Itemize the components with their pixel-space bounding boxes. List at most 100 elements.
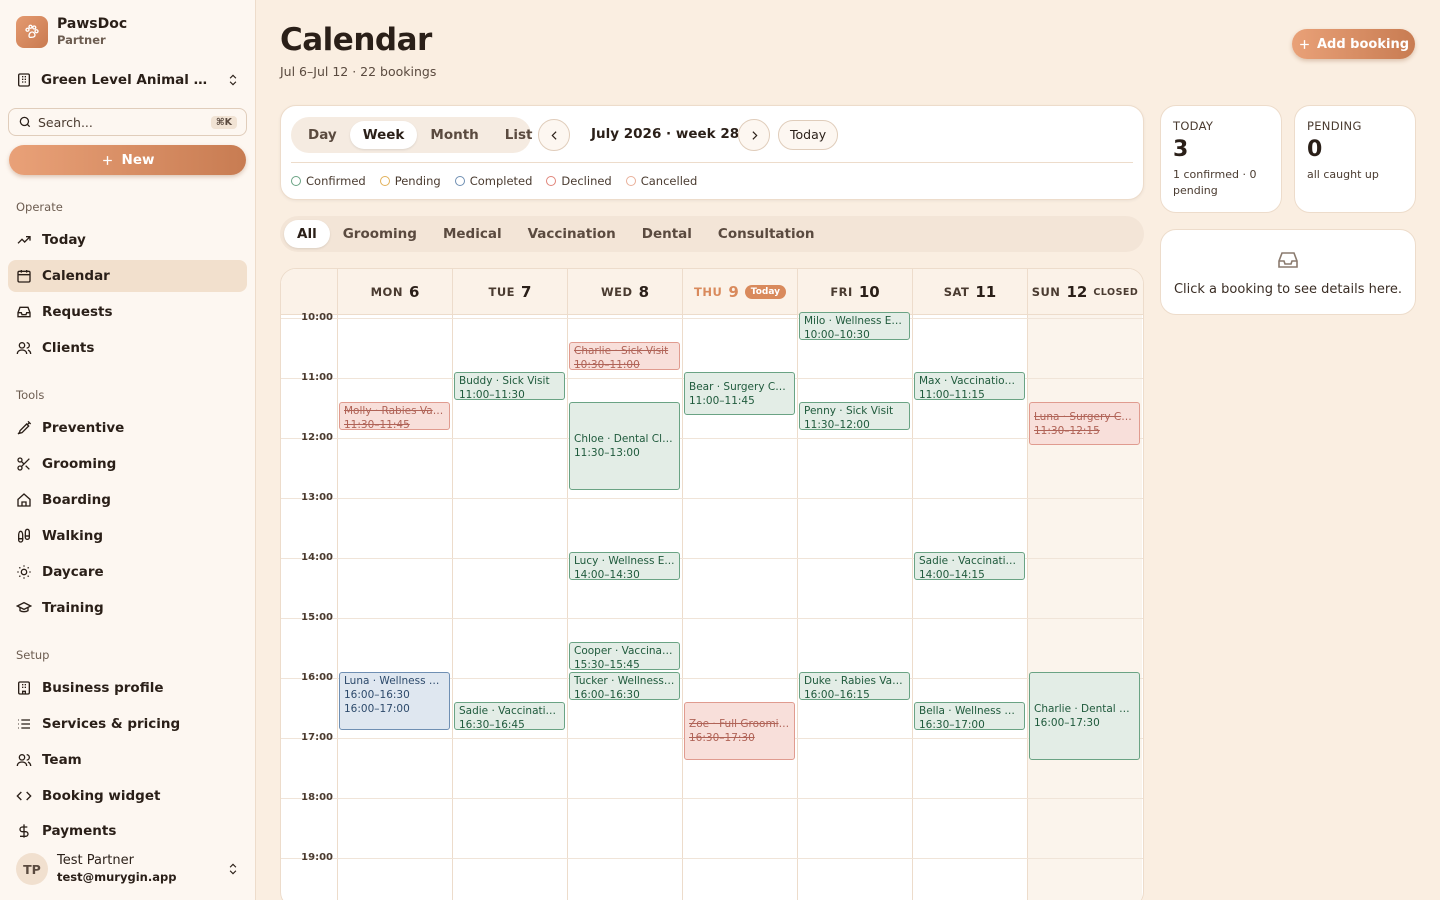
day-column[interactable]	[452, 315, 567, 900]
sidebar-item-requests[interactable]: Requests	[8, 296, 247, 328]
booking-event[interactable]: Buddy · Sick Visit 11:00–11:30	[454, 372, 565, 400]
booking-event[interactable]: Milo · Wellness Ex... 10:00–10:30	[799, 312, 910, 340]
day-name: FRI	[830, 285, 853, 299]
filter-medical[interactable]: Medical	[430, 220, 515, 248]
booking-event[interactable]: Zoe · Full Groomin... 16:30–17:30	[684, 702, 795, 760]
booking-event[interactable]: Duke · Rabies Vac... 16:00–16:15	[799, 672, 910, 700]
footprints-icon	[18, 528, 30, 543]
new-button[interactable]: New	[9, 145, 246, 175]
view-day[interactable]: Day	[295, 121, 350, 149]
sidebar-item-daycare[interactable]: Daycare	[8, 556, 247, 588]
today-button[interactable]: Today	[778, 120, 839, 150]
legend-label: Cancelled	[640, 174, 698, 188]
booking-event[interactable]: Bear · Surgery Co... 11:00–11:45	[684, 372, 795, 415]
brand[interactable]: PawsDoc Partner	[16, 16, 127, 48]
hour-label: 18:00	[301, 792, 333, 803]
calendar-toolbar: Day Week Month List July 2026 · week 28 …	[280, 105, 1144, 200]
next-week-button[interactable]	[738, 119, 770, 151]
sidebar-item-walking[interactable]: Walking	[8, 520, 247, 552]
booking-event[interactable]: Chloe · Dental Cle... 11:30–13:00	[569, 402, 680, 490]
pending-stat-card[interactable]: PENDING 0 all caught up	[1294, 105, 1416, 213]
booking-event[interactable]: Luna · Surgery Co... 11:30–12:15	[1029, 402, 1140, 445]
sidebar-item-label: Business profile	[42, 680, 164, 696]
day-date: 7	[521, 283, 532, 301]
org-switcher[interactable]: Green Level Animal Hos...	[16, 68, 240, 92]
booking-event[interactable]: Molly · Rabies Vac... 11:30–11:45	[339, 402, 450, 430]
org-name: Green Level Animal Hos...	[41, 72, 211, 88]
legend-item-pending: Pending	[379, 174, 441, 188]
view-switcher: Day Week Month List	[291, 117, 533, 153]
sidebar-item-label: Payments	[42, 823, 117, 839]
team-icon	[16, 754, 32, 767]
sidebar-item-calendar[interactable]: Calendar	[8, 260, 247, 292]
stat-label: TODAY	[1173, 119, 1214, 133]
sidebar-item-today[interactable]: Today	[8, 224, 247, 256]
sidebar-item-services-pricing[interactable]: Services & pricing	[8, 708, 247, 740]
sidebar-item-label: Preventive	[42, 420, 125, 436]
prev-week-button[interactable]	[538, 119, 570, 151]
booking-detail-panel: Click a booking to see details here.	[1160, 229, 1416, 315]
legend-item-declined: Declined	[546, 174, 612, 188]
sidebar: PawsDoc Partner Green Level Animal Hos..…	[0, 0, 256, 900]
legend-label: Completed	[469, 174, 533, 188]
filter-grooming[interactable]: Grooming	[330, 220, 430, 248]
legend-dot	[625, 176, 636, 186]
filter-vaccination[interactable]: Vaccination	[515, 220, 629, 248]
sidebar-item-booking-widget[interactable]: Booking widget	[8, 780, 247, 812]
day-header-sat[interactable]: SAT 11	[912, 269, 1027, 315]
booking-event[interactable]: Sadie · Vaccinatio... 14:00–14:15	[914, 552, 1025, 580]
sidebar-item-business-profile[interactable]: Business profile	[8, 672, 247, 704]
booking-event[interactable]: Max · Vaccination ... 11:00–11:15	[914, 372, 1025, 400]
booking-title: Duke · Rabies Vac...	[804, 675, 905, 687]
hour-gridline	[281, 858, 1143, 859]
booking-event[interactable]: Charlie · Dental Cl... 16:00–17:30	[1029, 672, 1140, 760]
sidebar-item-payments[interactable]: Payments	[8, 816, 247, 840]
hour-label: 14:00	[301, 552, 333, 563]
booking-event[interactable]: Tucker · Wellness ... 16:00–16:30	[569, 672, 680, 700]
filter-all[interactable]: All	[284, 220, 330, 248]
trend-icon	[17, 236, 31, 244]
day-header-thu[interactable]: THU 9 Today	[682, 269, 797, 315]
sidebar-item-boarding[interactable]: Boarding	[8, 484, 247, 516]
booking-title: Bella · Wellness E...	[919, 705, 1020, 717]
page-subtitle: Jul 6–Jul 12 · 22 bookings	[280, 64, 437, 79]
filter-consultation[interactable]: Consultation	[705, 220, 828, 248]
sidebar-item-training[interactable]: Training	[8, 592, 247, 624]
status-legend: Confirmed Pending Completed Declined Cancell…	[291, 174, 697, 188]
booking-event[interactable]: Sadie · Vaccinatio... 16:30–16:45	[454, 702, 565, 730]
view-week[interactable]: Week	[349, 121, 418, 149]
today-stat-card[interactable]: TODAY 3 1 confirmed · 0 pending	[1160, 105, 1282, 213]
day-header-tue[interactable]: TUE 7	[452, 269, 567, 315]
booking-title: Cooper · Vaccinati...	[574, 645, 675, 657]
add-booking-button[interactable]: Add booking	[1292, 29, 1415, 59]
day-header-mon[interactable]: MON 6	[337, 269, 452, 315]
booking-time: 11:00–11:15	[919, 389, 985, 400]
view-month[interactable]: Month	[417, 121, 491, 149]
day-header-wed[interactable]: WED 8	[567, 269, 682, 315]
booking-event[interactable]: Bella · Wellness E... 16:30–17:00	[914, 702, 1025, 730]
scissors-icon	[17, 457, 30, 471]
booking-event[interactable]: Charlie · Sick Visit 10:30–11:00	[569, 342, 680, 370]
hour-gridline	[281, 618, 1143, 619]
sidebar-item-grooming[interactable]: Grooming	[8, 448, 247, 480]
filter-dental[interactable]: Dental	[629, 220, 705, 248]
inbox-icon	[17, 306, 31, 318]
sidebar-item-label: Team	[42, 752, 82, 768]
plus-icon	[102, 155, 112, 165]
day-date: 9	[728, 283, 739, 301]
booking-event[interactable]: Lucy · Wellness E... 14:00–14:30	[569, 552, 680, 580]
sidebar-item-clients[interactable]: Clients	[8, 332, 247, 364]
day-header-sun[interactable]: SUN 12 CLOSED	[1027, 269, 1142, 315]
building-icon	[18, 73, 30, 87]
search-input[interactable]: Search... ⌘K	[8, 108, 247, 136]
hour-gridline	[281, 318, 1143, 319]
day-header-fri[interactable]: FRI 10	[797, 269, 912, 315]
booking-event[interactable]: Luna · Wellness E... 16:00–16:30 16:00–17:…	[339, 672, 450, 730]
sidebar-item-team[interactable]: Team	[8, 744, 247, 776]
user-menu[interactable]: TP Test Partner test@murygin.app	[16, 852, 240, 886]
day-column[interactable]	[912, 315, 1027, 900]
sidebar-item-preventive[interactable]: Preventive	[8, 412, 247, 444]
booking-event[interactable]: Penny · Sick Visit 11:30–12:00	[799, 402, 910, 430]
booking-event[interactable]: Cooper · Vaccinati... 15:30–15:45	[569, 642, 680, 670]
booking-title: Molly · Rabies Vac...	[344, 405, 445, 417]
